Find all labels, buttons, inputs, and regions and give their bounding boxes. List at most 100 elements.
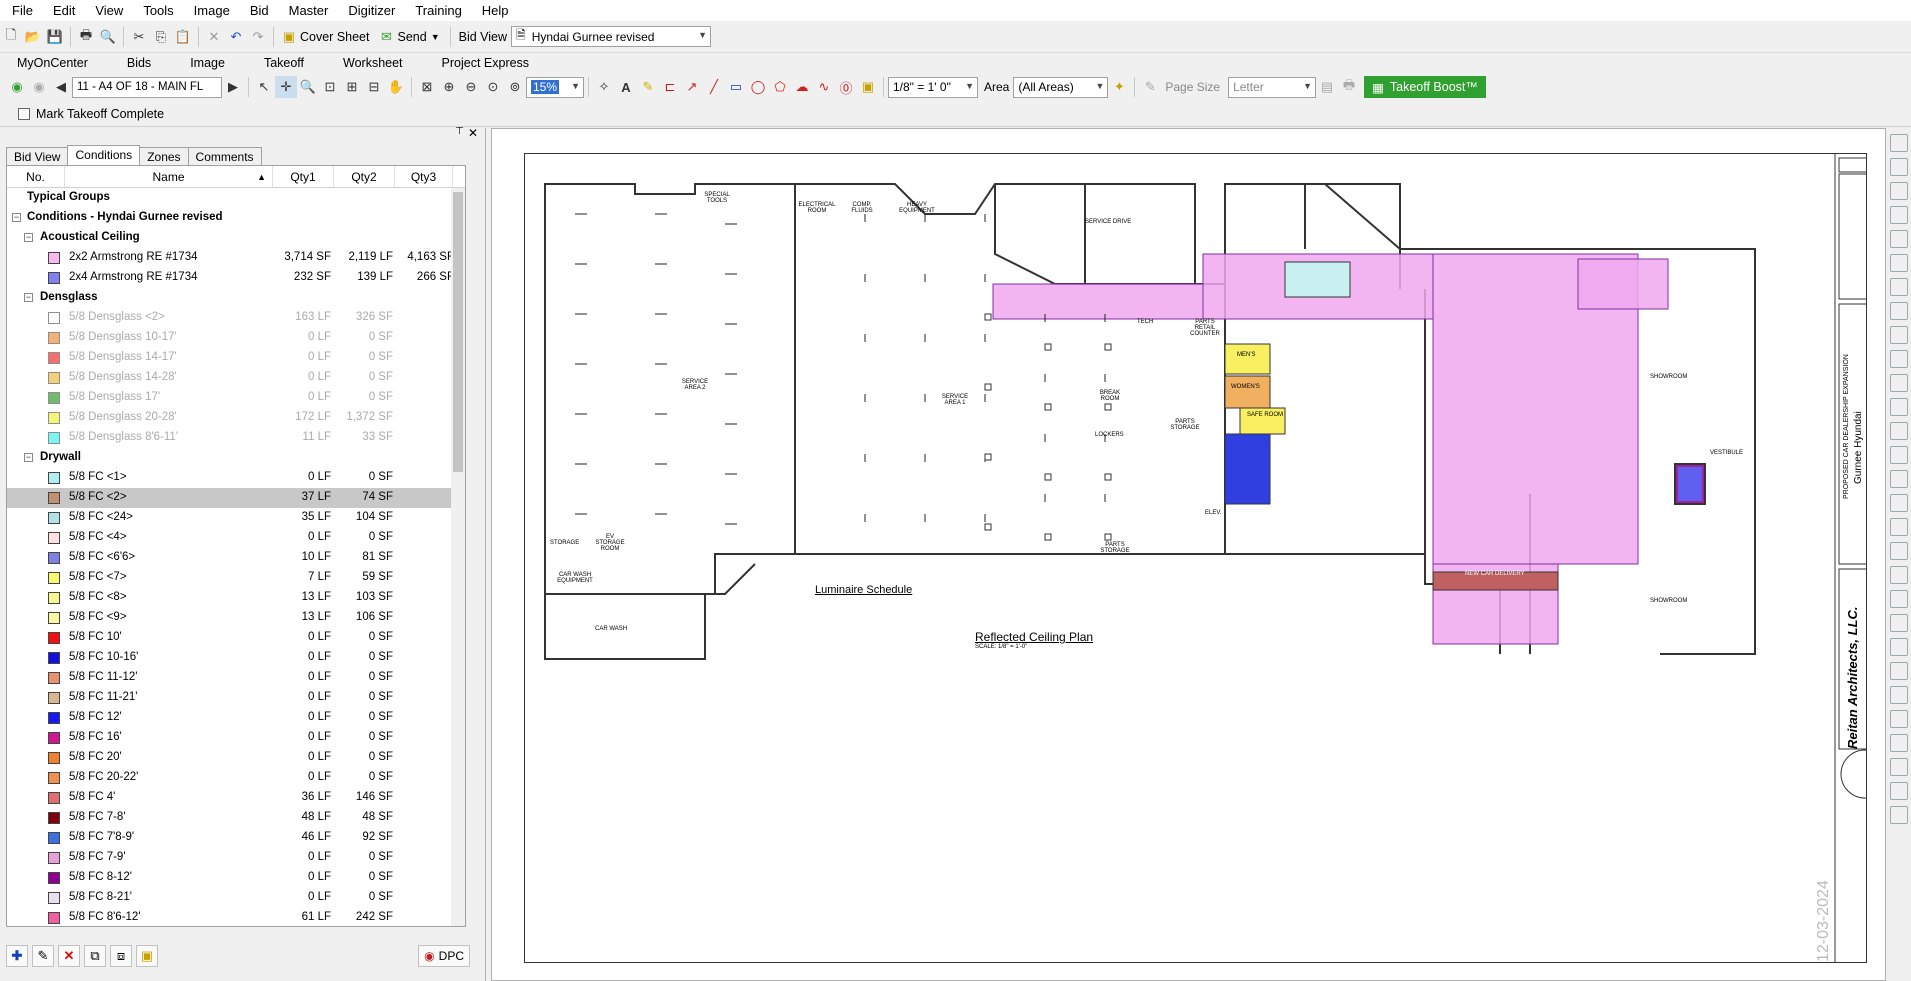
collapse-icon[interactable]: − <box>24 233 33 242</box>
collapse-icon[interactable]: − <box>24 453 33 462</box>
tab-conditions[interactable]: Conditions <box>67 145 141 165</box>
zoom-custom-icon[interactable]: ⊚ <box>504 76 526 98</box>
menu-bid[interactable]: Bid <box>240 0 279 21</box>
zoom-page-icon[interactable]: ⊠ <box>416 76 438 98</box>
zoom-select[interactable]: 15% ▼ <box>526 76 584 98</box>
menu-training[interactable]: Training <box>405 0 471 21</box>
send-icon[interactable]: ✉ <box>375 26 397 48</box>
tool-icon[interactable] <box>1890 518 1908 536</box>
zoom-window-icon[interactable]: ⊡ <box>319 76 341 98</box>
note-tool-icon[interactable]: ▣ <box>857 76 879 98</box>
tab-myoncenter[interactable]: MyOnCenter <box>0 53 110 74</box>
condition-row[interactable]: 5/8 FC 8-21' 0 LF 0 SF <box>7 888 465 908</box>
tool-icon[interactable] <box>1890 182 1908 200</box>
tool-icon[interactable] <box>1890 350 1908 368</box>
condition-row[interactable]: 5/8 FC 8-12' 0 LF 0 SF <box>7 868 465 888</box>
menu-image[interactable]: Image <box>184 0 240 21</box>
tool-icon[interactable] <box>1890 374 1908 392</box>
send-button[interactable]: Send <box>397 30 426 44</box>
condition-row[interactable]: 5/8 FC <8> 13 LF 103 SF <box>7 588 465 608</box>
menu-view[interactable]: View <box>85 0 133 21</box>
stamp-icon[interactable]: ⊏ <box>659 76 681 98</box>
add-condition-icon[interactable]: ✚ <box>6 945 28 967</box>
tool-icon[interactable] <box>1890 422 1908 440</box>
col-no[interactable]: No. <box>7 166 65 187</box>
cover-sheet-button[interactable]: Cover Sheet <box>300 30 369 44</box>
tab-worksheet[interactable]: Worksheet <box>326 53 425 74</box>
area-select[interactable]: (All Areas) ▼ <box>1013 76 1109 98</box>
condition-row[interactable]: 5/8 FC <6'6> 10 LF 81 SF <box>7 548 465 568</box>
condition-row[interactable]: 5/8 FC <4> 0 LF 0 SF <box>7 528 465 548</box>
delete-icon[interactable]: ✕ <box>203 26 225 48</box>
open-icon[interactable]: 📂 <box>22 26 44 48</box>
delete-condition-icon[interactable]: ✕ <box>58 945 80 967</box>
paste-icon[interactable]: 📋 <box>172 26 194 48</box>
pan-hand-icon[interactable]: ✋ <box>385 76 407 98</box>
edit-condition-icon[interactable]: ✎ <box>32 945 54 967</box>
tool-icon[interactable] <box>1890 134 1908 152</box>
tool-icon[interactable] <box>1890 614 1908 632</box>
condition-row[interactable]: 5/8 Densglass <2> 163 LF 326 SF <box>7 308 465 328</box>
save-icon[interactable]: 💾 <box>44 26 66 48</box>
tab-bids[interactable]: Bids <box>110 53 173 74</box>
condition-row[interactable]: 5/8 FC 20' 0 LF 0 SF <box>7 748 465 768</box>
undo-icon[interactable]: ↶ <box>225 26 247 48</box>
typical-groups-row[interactable]: Typical Groups <box>7 188 465 208</box>
select-pointer-icon[interactable]: ↖ <box>253 76 275 98</box>
condition-group-row[interactable]: − Densglass <box>7 288 465 308</box>
condition-row[interactable]: 5/8 Densglass 17' 0 LF 0 SF <box>7 388 465 408</box>
tool-icon[interactable] <box>1890 278 1908 296</box>
condition-row[interactable]: 5/8 FC <7> 7 LF 59 SF <box>7 568 465 588</box>
zoom-fit-icon[interactable]: ⊞ <box>341 76 363 98</box>
condition-row[interactable]: 5/8 FC 11-12' 0 LF 0 SF <box>7 668 465 688</box>
copy-icon[interactable]: ⎘ <box>150 26 172 48</box>
tool-icon[interactable] <box>1890 686 1908 704</box>
mark-complete-label[interactable]: Mark Takeoff Complete <box>36 107 164 121</box>
tab-comments[interactable]: Comments <box>187 147 262 165</box>
scale-select[interactable]: 1/8" = 1' 0" ▼ <box>888 76 978 98</box>
tab-takeoff[interactable]: Takeoff <box>247 53 326 74</box>
menu-help[interactable]: Help <box>472 0 519 21</box>
tool-icon[interactable] <box>1890 254 1908 272</box>
zoom-area-icon[interactable]: ⊟ <box>363 76 385 98</box>
condition-row[interactable]: 5/8 FC 11-21' 0 LF 0 SF <box>7 688 465 708</box>
menu-file[interactable]: File <box>0 0 43 21</box>
condition-row[interactable]: 5/8 FC 4' 36 LF 146 SF <box>7 788 465 808</box>
cloud-tool-icon[interactable]: ☁ <box>791 76 813 98</box>
menu-digitizer[interactable]: Digitizer <box>338 0 405 21</box>
tool-icon[interactable] <box>1890 662 1908 680</box>
highlighter-icon[interactable]: ✎ <box>637 76 659 98</box>
print-icon[interactable]: 🖶 <box>75 26 97 48</box>
page-size-icon[interactable]: ✎ <box>1139 76 1161 98</box>
condition-row[interactable]: 5/8 FC 7'8-9' 46 LF 92 SF <box>7 828 465 848</box>
condition-row[interactable]: 5/8 FC <9> 13 LF 106 SF <box>7 608 465 628</box>
zoom-previous-icon[interactable]: ⊙ <box>482 76 504 98</box>
condition-row[interactable]: 5/8 FC 12' 0 LF 0 SF <box>7 708 465 728</box>
takeoff-boost-button[interactable]: ▦ Takeoff Boost™ <box>1364 76 1486 98</box>
tab-zones[interactable]: Zones <box>139 147 189 165</box>
snap-icon[interactable]: ✧ <box>593 76 615 98</box>
tool-icon[interactable] <box>1890 230 1908 248</box>
page-setup-icon[interactable]: ▤ <box>1316 76 1338 98</box>
condition-row[interactable]: 5/8 FC 7-9' 0 LF 0 SF <box>7 848 465 868</box>
condition-row[interactable]: 5/8 FC 16' 0 LF 0 SF <box>7 728 465 748</box>
grid-scrollbar[interactable] <box>451 188 465 926</box>
condition-group-row[interactable]: − Drywall <box>7 448 465 468</box>
condition-row[interactable]: 5/8 FC 8'6-12' 61 LF 242 SF <box>7 908 465 926</box>
condition-library-icon[interactable]: ⧈ <box>110 945 132 967</box>
cover-sheet-icon[interactable]: ▣ <box>278 26 300 48</box>
next-page-icon[interactable]: ▶ <box>222 76 244 98</box>
prev-page-icon[interactable]: ◀ <box>50 76 72 98</box>
condition-row[interactable]: 5/8 Densglass 14-17' 0 LF 0 SF <box>7 348 465 368</box>
redo-icon[interactable]: ↷ <box>247 26 269 48</box>
condition-row[interactable]: 2x4 Armstrong RE #1734 232 SF 139 LF 266 SF <box>7 268 465 288</box>
callout-tool-icon[interactable]: ⓪ <box>835 76 857 98</box>
text-tool-icon[interactable]: A <box>615 76 637 98</box>
tool-icon[interactable] <box>1890 494 1908 512</box>
print-page-icon[interactable]: 🖶 <box>1338 76 1360 98</box>
rectangle-tool-icon[interactable]: ▭ <box>725 76 747 98</box>
tool-icon[interactable] <box>1890 206 1908 224</box>
tool-icon[interactable] <box>1890 302 1908 320</box>
col-qty3[interactable]: Qty3 <box>395 166 453 187</box>
tool-icon[interactable] <box>1890 782 1908 800</box>
